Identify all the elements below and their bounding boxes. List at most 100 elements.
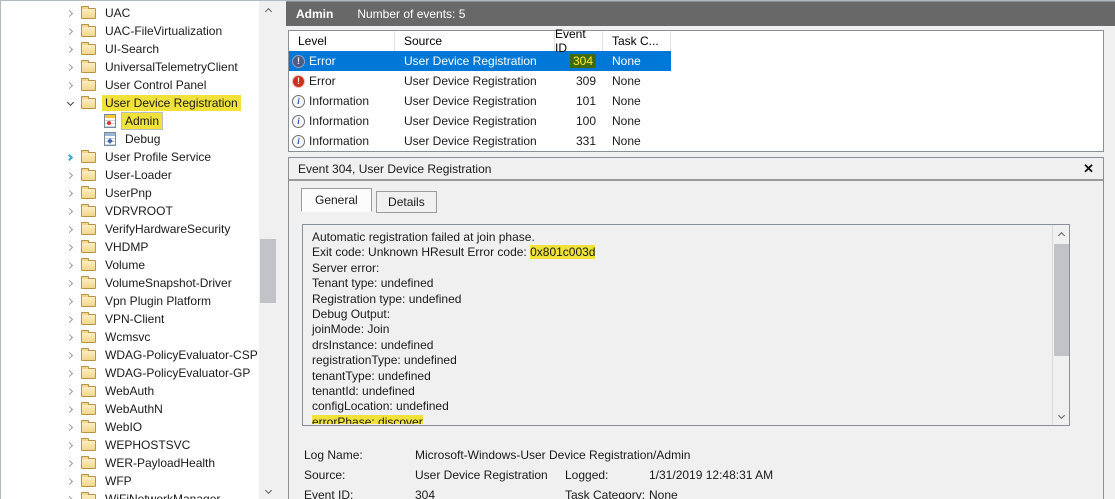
description-scrollbar[interactable] (1052, 225, 1069, 425)
tree-item-admin[interactable]: Admin (1, 112, 259, 130)
chevron-right-icon[interactable] (62, 166, 79, 184)
scroll-down-button[interactable] (259, 483, 277, 499)
chevron-right-icon[interactable] (62, 4, 79, 22)
tree-item-user-loader[interactable]: User-Loader (1, 166, 259, 184)
events-header-bar: Admin Number of events: 5 (286, 1, 1115, 26)
column-header-task-category[interactable]: Task C... (603, 31, 671, 51)
chevron-right-icon[interactable] (62, 346, 79, 364)
tab-general[interactable]: General (301, 188, 372, 212)
tree-item-wfp[interactable]: WFP (1, 472, 259, 490)
chevron-right-icon[interactable] (62, 400, 79, 418)
event-id-cell: 101 (555, 91, 603, 111)
chevron-down-icon (1058, 411, 1065, 418)
chevron-right-icon[interactable] (62, 382, 79, 400)
tree-item-label: WDAG-PolicyEvaluator-CSP (102, 347, 259, 363)
chevron-right-icon[interactable] (62, 364, 79, 382)
tree-item-vpn-client[interactable]: VPN-Client (1, 310, 259, 328)
tree-scrollbar[interactable] (259, 1, 277, 499)
event-id-label: Event ID: (304, 488, 353, 499)
chevron-right-icon[interactable] (62, 148, 79, 166)
tree-item-user-profile-service[interactable]: User Profile Service (1, 148, 259, 166)
logged-value: 1/31/2019 12:48:31 AM (649, 468, 773, 482)
tree-item-vpn-plugin-platform[interactable]: Vpn Plugin Platform (1, 292, 259, 310)
tree-item-wdag-policyevaluator-gp[interactable]: WDAG-PolicyEvaluator-GP (1, 364, 259, 382)
tree-item-webauth[interactable]: WebAuth (1, 382, 259, 400)
column-header-level[interactable]: Level (289, 31, 395, 51)
tree-item-vhdmp[interactable]: VHDMP (1, 238, 259, 256)
chevron-right-icon[interactable] (62, 328, 79, 346)
chevron-right-icon[interactable] (62, 454, 79, 472)
folder-icon (81, 62, 96, 73)
description-line: registrationType: undefined (312, 353, 1045, 368)
tree-item-universaltelemetryclient[interactable]: UniversalTelemetryClient (1, 58, 259, 76)
task-cell: None (603, 111, 671, 131)
tree-item-label: User Control Panel (102, 77, 209, 93)
tree-item-vdrvroot[interactable]: VDRVROOT (1, 202, 259, 220)
folder-icon (81, 170, 96, 181)
chevron-right-icon[interactable] (62, 418, 79, 436)
tree-item-userpnp[interactable]: UserPnp (1, 184, 259, 202)
scroll-up-button[interactable] (1053, 225, 1070, 242)
tree-item-user-device-registration[interactable]: User Device Registration (1, 94, 259, 112)
chevron-right-icon[interactable] (62, 220, 79, 238)
tree-item-user-control-panel[interactable]: User Control Panel (1, 76, 259, 94)
task-cell: None (603, 131, 671, 151)
text-segment: Automatic registration failed at join ph… (312, 230, 535, 244)
tree-item-uac-filevirtualization[interactable]: UAC-FileVirtualization (1, 22, 259, 40)
chevron-right-icon[interactable] (62, 256, 79, 274)
tree-item-wephostsvc[interactable]: WEPHOSTSVC (1, 436, 259, 454)
tree-item-debug[interactable]: Debug (1, 130, 259, 148)
tree-item-verifyhardwaresecurity[interactable]: VerifyHardwareSecurity (1, 220, 259, 238)
logged-label: Logged: (565, 468, 608, 482)
column-header-source[interactable]: Source (395, 31, 555, 51)
chevron-right-icon[interactable] (62, 292, 79, 310)
tree-item-wifinetworkmanager[interactable]: WiFiNetworkManager (1, 490, 259, 499)
event-description-box[interactable]: Automatic registration failed at join ph… (302, 224, 1070, 426)
tree-item-webauthn[interactable]: WebAuthN (1, 400, 259, 418)
chevron-right-icon[interactable] (62, 274, 79, 292)
chevron-right-icon[interactable] (62, 310, 79, 328)
event-row[interactable]: !ErrorUser Device Registration304None (289, 51, 671, 71)
scroll-up-button[interactable] (259, 1, 277, 18)
event-row[interactable]: !ErrorUser Device Registration309None (289, 71, 671, 91)
chevron-right-icon[interactable] (62, 76, 79, 94)
chevron-down-icon[interactable] (62, 94, 79, 112)
tree-item-uac[interactable]: UAC (1, 4, 259, 22)
folder-icon (81, 206, 96, 217)
chevron-right-icon[interactable] (62, 202, 79, 220)
tree-item-wer-payloadhealth[interactable]: WER-PayloadHealth (1, 454, 259, 472)
tree-item-label: UAC-FileVirtualization (102, 23, 225, 39)
close-icon[interactable]: ✕ (1083, 161, 1094, 177)
folder-icon (81, 26, 96, 37)
detail-title: Event 304, User Device Registration (298, 162, 491, 176)
folder-icon (81, 476, 96, 487)
tab-details[interactable]: Details (376, 191, 437, 213)
chevron-right-icon[interactable] (62, 238, 79, 256)
chevron-right-icon[interactable] (62, 184, 79, 202)
tree-item-wdag-policyevaluator-csp[interactable]: WDAG-PolicyEvaluator-CSP (1, 346, 259, 364)
event-row[interactable]: iInformationUser Device Registration331N… (289, 131, 671, 151)
chevron-right-icon[interactable] (62, 490, 79, 499)
tree-item-volume[interactable]: Volume (1, 256, 259, 274)
chevron-right-icon[interactable] (62, 40, 79, 58)
tree-item-volumesnapshot-driver[interactable]: VolumeSnapshot-Driver (1, 274, 259, 292)
chevron-down-icon (264, 486, 271, 493)
description-line: joinMode: Join (312, 322, 1045, 337)
scrollbar-thumb[interactable] (260, 239, 276, 303)
scrollbar-thumb[interactable] (1054, 244, 1069, 356)
event-row[interactable]: iInformationUser Device Registration100N… (289, 111, 671, 131)
column-header-event-id[interactable]: Event ID (555, 31, 603, 51)
chevron-right-icon[interactable] (62, 436, 79, 454)
chevron-right-icon[interactable] (62, 58, 79, 76)
tree-item-ui-search[interactable]: UI-Search (1, 40, 259, 58)
folder-icon (81, 8, 96, 19)
scroll-down-button[interactable] (1053, 408, 1070, 425)
tree-item-label: User Device Registration (102, 95, 241, 111)
chevron-right-icon[interactable] (62, 22, 79, 40)
tree-item-wcmsvc[interactable]: Wcmsvc (1, 328, 259, 346)
log-tree: UACUAC-FileVirtualizationUI-SearchUniver… (1, 1, 259, 499)
tree-item-webio[interactable]: WebIO (1, 418, 259, 436)
folder-icon (81, 422, 96, 433)
event-row[interactable]: iInformationUser Device Registration101N… (289, 91, 671, 111)
chevron-right-icon[interactable] (62, 472, 79, 490)
